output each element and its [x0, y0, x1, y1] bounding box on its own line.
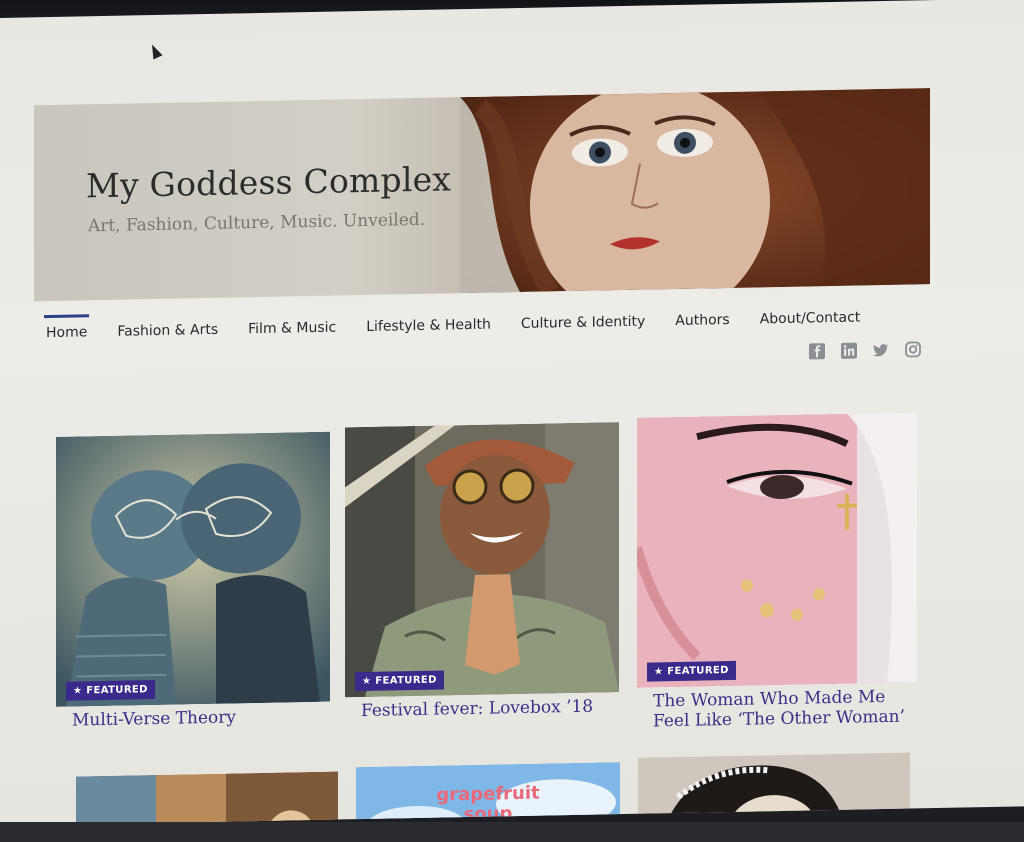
post-thumbnail[interactable]: grapefruit soup [356, 762, 620, 826]
nav-item-fashion-arts[interactable]: Fashion & Arts [115, 312, 220, 346]
post-card[interactable]: ★ FEATURED Multi-Verse Theory [56, 431, 330, 732]
post-title[interactable]: Multi-Verse Theory [56, 706, 330, 732]
social-links [808, 340, 922, 360]
nav-item-lifestyle-health[interactable]: Lifestyle & Health [364, 307, 493, 341]
post-title[interactable]: The Woman Who Made Me Feel Like ‘The Oth… [637, 686, 917, 732]
site-tagline: Art, Fashion, Culture, Music. Unveiled. [88, 209, 426, 237]
post-card[interactable]: ★ FEATURED Festival fever: Lovebox ’18 [345, 422, 619, 722]
post-thumbnail[interactable] [638, 752, 910, 826]
twitter-icon[interactable] [872, 341, 890, 359]
post-thumbnail[interactable]: ★ FEATURED [345, 422, 619, 698]
nav-item-authors[interactable]: Authors [673, 302, 731, 335]
post-thumbnail[interactable] [76, 771, 338, 826]
post-card[interactable]: ★ FEATURED The Woman Who Made Me Feel Li… [637, 412, 917, 732]
featured-badge: ★ FEATURED [647, 660, 736, 682]
grapefruit-text-line-1: grapefruit [436, 783, 540, 806]
nav-item-home[interactable]: Home [44, 314, 89, 347]
main-nav: Home Fashion & Arts Film & Music Lifesty… [44, 297, 862, 349]
nav-item-about-contact[interactable]: About/Contact [758, 299, 863, 333]
nav-item-culture-identity[interactable]: Culture & Identity [519, 304, 647, 338]
monitor-bezel-bottom [0, 822, 1024, 842]
sitcom-scene-photo [76, 771, 338, 826]
goddess-portrait-illustration [460, 88, 930, 294]
featured-badge: ★ FEATURED [66, 680, 155, 701]
header-banner[interactable]: My Goddess Complex Art, Fashion, Culture… [34, 88, 930, 302]
site-title[interactable]: My Goddess Complex [86, 159, 451, 205]
linkedin-icon[interactable] [840, 342, 858, 360]
vintage-woman-photo [638, 752, 910, 826]
instagram-icon[interactable] [904, 340, 922, 358]
featured-badge: ★ FEATURED [355, 670, 444, 692]
post-title[interactable]: Festival fever: Lovebox ’18 [345, 696, 619, 722]
browser-viewport: My Goddess Complex Art, Fashion, Culture… [0, 0, 1024, 826]
crying-woman-makeup-photo [637, 412, 917, 688]
nav-item-film-music[interactable]: Film & Music [246, 310, 338, 344]
festival-man-photo [345, 422, 619, 698]
facebook-icon[interactable] [808, 342, 826, 360]
post-thumbnail[interactable]: ★ FEATURED [56, 431, 330, 707]
grapefruit-soup-artwork: grapefruit soup [356, 762, 620, 826]
two-heads-illustration [56, 431, 330, 707]
post-thumbnail[interactable]: ★ FEATURED [637, 412, 917, 688]
